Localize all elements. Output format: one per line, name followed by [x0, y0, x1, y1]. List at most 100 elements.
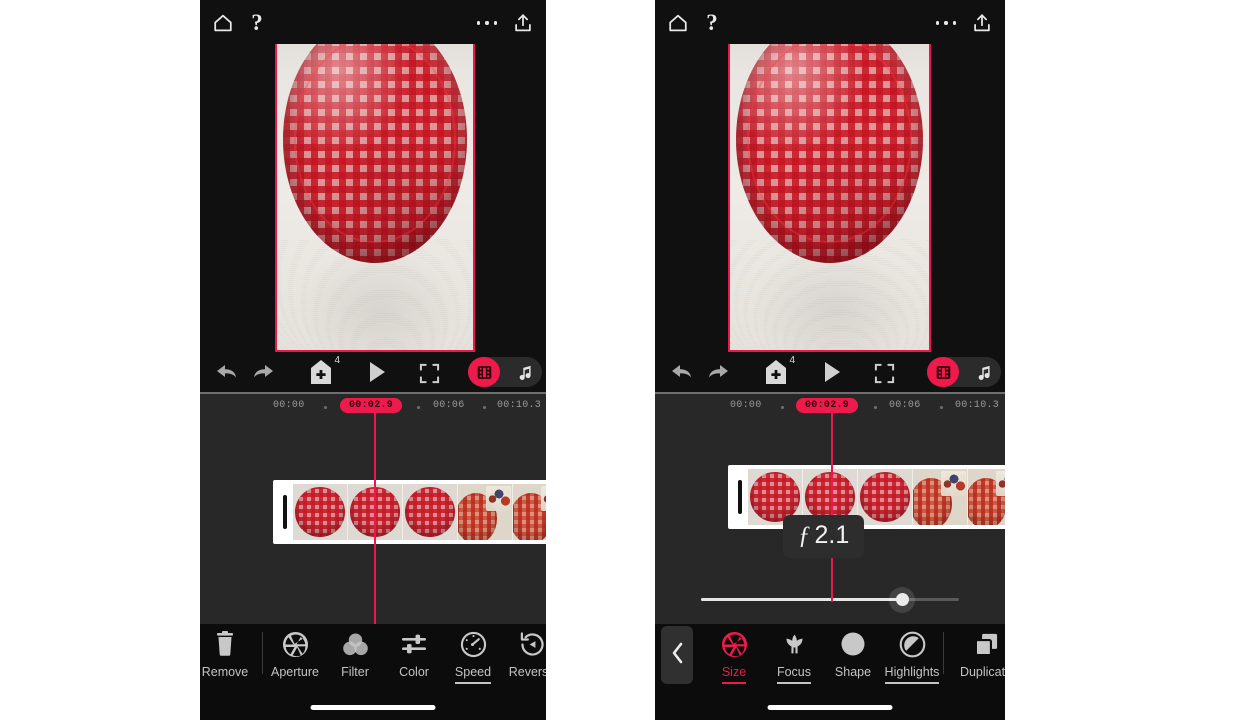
gingham-plate [735, 15, 924, 263]
playhead-right[interactable] [831, 412, 833, 602]
tool-label: Color [399, 665, 429, 679]
tool-label: Remove [201, 665, 249, 679]
filmstrip-frame: 30 19 [912, 469, 967, 525]
tool-reverse[interactable]: Reverse [499, 628, 546, 690]
timeline-right[interactable]: 00:00 00:02.9 00:06 00:10.3 30 19 ƒ 2.1 [655, 392, 1005, 624]
media-type-toggle-left[interactable] [468, 357, 542, 387]
tool-color[interactable]: Color [381, 628, 447, 690]
reverse-icon [519, 628, 546, 660]
home-icon[interactable] [665, 10, 691, 36]
filmstrip-frame: 30 19 [457, 484, 512, 540]
ruler-tick-0: 00:00 [730, 400, 762, 411]
ruler-dot [874, 406, 877, 409]
more-vertical-icon[interactable] [933, 10, 959, 36]
trash-icon [214, 628, 236, 660]
aperture-icon [282, 628, 309, 660]
filmstrip-frame [967, 469, 1005, 525]
home-indicator [767, 705, 893, 710]
fullscreen-icon[interactable] [418, 362, 440, 384]
tool-filter[interactable]: Filter [322, 628, 388, 690]
tulip-icon [782, 628, 807, 660]
phone-panel-right: ? 4 00:00 00:02.9 00:06 00:10.3 30 19 ƒ … [655, 0, 1005, 720]
ruler-tick-2: 00:06 [889, 400, 921, 411]
tool-aperture[interactable]: Aperture [262, 628, 328, 690]
video-preview-right[interactable] [728, 0, 931, 352]
slider-knob[interactable] [895, 593, 909, 606]
filmstrip-frame [512, 484, 546, 540]
more-vertical-icon[interactable] [474, 10, 500, 36]
fullscreen-icon[interactable] [873, 362, 895, 384]
film-strip-icon[interactable] [927, 357, 959, 387]
tool-label: Duplicate [959, 665, 1005, 679]
tool-speed[interactable]: Speed [440, 628, 506, 690]
ruler-dot [483, 406, 486, 409]
tool-label: Size [721, 665, 747, 684]
undo-arrow-icon[interactable] [214, 361, 240, 383]
gingham-plate [282, 15, 468, 263]
tool-bar-left: Remove Aperture Filter Color Speed Rever… [200, 624, 546, 720]
clip-filmstrip-left[interactable]: 30 19 [273, 480, 546, 544]
music-note-icon[interactable] [515, 362, 535, 382]
playhead-left[interactable] [374, 412, 376, 624]
add-clip-icon[interactable]: 4 [304, 355, 340, 386]
player-controls-right: 4 [655, 352, 1005, 392]
tool-label: Aperture [271, 665, 319, 679]
trim-handle[interactable] [277, 484, 293, 540]
screenshot-root: ? 4 00:00 00:02.9 00:06 00:10.3 30 19 Re… [0, 0, 1259, 720]
home-indicator [310, 705, 436, 710]
tool-highlights[interactable]: Highlights [879, 628, 945, 690]
media-type-toggle-right[interactable] [927, 357, 1001, 387]
tool-label: Highlights [884, 665, 940, 684]
half-circle-icon [899, 628, 926, 660]
music-note-icon[interactable] [974, 362, 994, 382]
ruler-dot [940, 406, 943, 409]
clip-filmstrip-right[interactable]: 30 19 [728, 465, 1005, 529]
ruler-dot [324, 406, 327, 409]
undo-arrow-icon[interactable] [669, 361, 695, 383]
share-upload-icon[interactable] [969, 10, 995, 36]
play-icon[interactable] [819, 360, 845, 384]
aperture-slider[interactable] [701, 587, 959, 613]
tool-label: Shape [834, 665, 872, 679]
filmstrip-frame [293, 484, 347, 540]
f-stop-value: 2.1 [814, 521, 850, 549]
timeline-ruler-left: 00:00 00:02.9 00:06 00:10.3 [200, 398, 546, 418]
question-mark-icon[interactable]: ? [244, 10, 270, 36]
tool-label: Filter [341, 665, 369, 679]
add-clip-icon[interactable]: 4 [759, 355, 795, 386]
ruler-tick-3: 00:10.3 [955, 400, 1000, 411]
timeline-left[interactable]: 00:00 00:02.9 00:06 00:10.3 30 19 [200, 392, 546, 624]
tool-remove[interactable]: Remove [200, 628, 258, 690]
timeline-top-divider [655, 392, 1005, 394]
share-upload-icon[interactable] [510, 10, 536, 36]
question-mark-icon[interactable]: ? [699, 10, 725, 36]
tool-duplicate[interactable]: Duplicate [953, 628, 1005, 690]
circle-icon [840, 628, 866, 660]
home-icon[interactable] [210, 10, 236, 36]
slider-fill [701, 598, 903, 601]
tool-focus[interactable]: Focus [761, 628, 827, 690]
film-strip-icon[interactable] [468, 357, 500, 387]
tool-shape[interactable]: Shape [820, 628, 886, 690]
tool-label: Speed [454, 665, 492, 684]
ruler-tick-current: 00:02.9 [340, 398, 403, 413]
ruler-dot [417, 406, 420, 409]
tool-size[interactable]: Size [701, 628, 767, 690]
aperture-value-badge: ƒ 2.1 [783, 515, 865, 558]
ruler-tick-2: 00:06 [433, 400, 465, 411]
ruler-tick-3: 00:10.3 [497, 400, 542, 411]
play-icon[interactable] [364, 360, 390, 384]
redo-arrow-icon[interactable] [250, 361, 276, 383]
redo-arrow-icon[interactable] [705, 361, 731, 383]
video-preview-left[interactable] [275, 0, 475, 352]
add-clip-badge: 4 [334, 355, 340, 366]
duplicate-icon [974, 628, 999, 660]
player-controls-left: 4 [200, 352, 546, 392]
speedometer-icon [460, 628, 487, 660]
top-bar-right: ? [655, 0, 1005, 44]
phone-panel-left: ? 4 00:00 00:02.9 00:06 00:10.3 30 19 Re… [200, 0, 546, 720]
ruler-dot [781, 406, 784, 409]
trim-handle[interactable] [732, 469, 748, 525]
tool-bar-right: Size Focus Shape Highlights Duplicat [655, 624, 1005, 720]
toolbar-divider [943, 632, 944, 674]
